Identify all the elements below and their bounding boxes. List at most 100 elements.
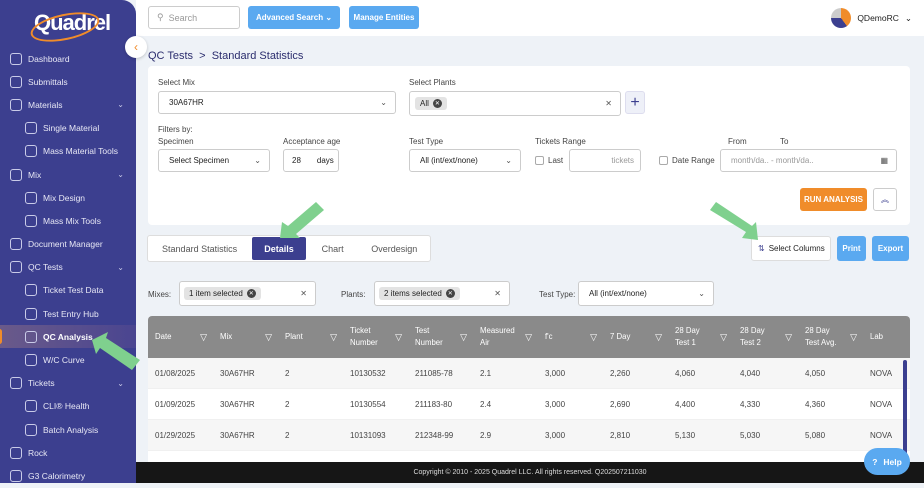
remove-chip-icon[interactable]: ✕ xyxy=(432,99,442,108)
filter-icon[interactable]: ▽ xyxy=(330,331,337,343)
date-range-input[interactable]: month/da.. - month/da.. ▦ xyxy=(720,149,897,172)
breadcrumb-qc-tests[interactable]: QC Tests xyxy=(148,50,193,62)
table-row[interactable]: 01/08/2025 30A67HR 2 10130532 211085-78 2.1 3,… xyxy=(148,358,910,389)
mixes-filter[interactable]: 1 item selected ✕ ✕ xyxy=(179,281,316,306)
chevron-down-icon[interactable]: ⌄ xyxy=(117,263,124,272)
tab-details[interactable]: Details xyxy=(252,237,306,260)
nav-icon xyxy=(25,145,37,158)
plants-filter[interactable]: 2 items selected ✕ ✕ xyxy=(374,281,510,306)
sidebar-item-mass-material-tools[interactable]: Mass Material Tools xyxy=(0,140,136,163)
sidebar-item-g3-calorimetry[interactable]: G3 Calorimetry xyxy=(0,464,136,487)
run-analysis-button[interactable]: RUN ANALYSIS xyxy=(800,188,867,211)
filter-icon[interactable]: ▽ xyxy=(395,331,402,343)
chevron-down-icon[interactable]: ⌄ xyxy=(117,170,124,179)
chevron-down-icon[interactable]: ⌄ xyxy=(117,379,124,388)
remove-chip-icon[interactable]: ✕ xyxy=(246,289,256,298)
tab-chart[interactable]: Chart xyxy=(307,236,359,261)
sidebar-item-single-material[interactable]: Single Material xyxy=(0,117,136,140)
date-range-checkbox-box[interactable] xyxy=(659,156,668,165)
sidebar-item-w-c-curve[interactable]: W/C Curve xyxy=(0,348,136,371)
column-header[interactable]: Lab xyxy=(863,316,900,358)
column-header[interactable]: Test Number ▽ xyxy=(408,316,473,358)
collapse-filters-button[interactable]: ︽ xyxy=(873,188,897,211)
collapse-sidebar-button[interactable]: ‹ xyxy=(125,36,147,58)
tab-overdesign[interactable]: Overdesign xyxy=(359,236,430,261)
clear-icon[interactable]: ✕ xyxy=(300,289,307,298)
filter-icon[interactable]: ▽ xyxy=(265,331,272,343)
column-header[interactable]: 28 Day Test Avg. ▽ xyxy=(798,316,863,358)
column-header[interactable]: Mix ▽ xyxy=(213,316,278,358)
filter-icon[interactable]: ▽ xyxy=(200,331,207,343)
filter-icon[interactable]: ▽ xyxy=(525,331,532,343)
help-button[interactable]: ? Help xyxy=(864,448,910,475)
select-plants-label: Select Plants xyxy=(409,78,456,87)
filter-icon[interactable]: ▽ xyxy=(720,331,727,343)
advanced-search-button[interactable]: Advanced Search ⌄ xyxy=(248,6,340,29)
specimen-dropdown[interactable]: Select Specimen ⌄ xyxy=(158,149,270,172)
remove-chip-icon[interactable]: ✕ xyxy=(445,289,455,298)
print-button[interactable]: Print xyxy=(837,236,866,261)
table-row[interactable]: 01/09/2025 30A67HR 2 10130554 211183-80 2.4 3,… xyxy=(148,389,910,420)
sidebar-item-dashboard[interactable]: Dashboard xyxy=(0,47,136,70)
select-columns-button[interactable]: ⇅ Select Columns xyxy=(751,236,831,261)
sidebar-item-qc-tests[interactable]: QC Tests ⌄ xyxy=(0,256,136,279)
quadrel-logo[interactable]: Quadrel xyxy=(28,7,111,47)
sidebar-item-document-manager[interactable]: Document Manager xyxy=(0,233,136,256)
select-plants-input[interactable]: All ✕ ✕ xyxy=(409,91,621,116)
table-row[interactable]: 01/29/2025 30A67HR 2 10131093 212348-99 2.9 3,… xyxy=(148,420,910,451)
mix-value: 30A67HR xyxy=(169,98,204,107)
chevron-down-icon: ⌄ xyxy=(698,289,705,298)
sidebar-item-rock[interactable]: Rock xyxy=(0,441,136,464)
from-placeholder[interactable]: month/da.. xyxy=(731,156,769,165)
manage-entities-button[interactable]: Manage Entities xyxy=(349,6,419,29)
nav-icon xyxy=(25,330,37,343)
column-header[interactable]: Plant ▽ xyxy=(278,316,343,358)
calendar-icon[interactable]: ▦ xyxy=(880,156,888,165)
column-header[interactable]: 28 Day Test 2 ▽ xyxy=(733,316,798,358)
sidebar-item-materials[interactable]: Materials ⌄ xyxy=(0,93,136,116)
test-type-value: All (int/ext/none) xyxy=(420,156,478,165)
clear-icon[interactable]: ✕ xyxy=(605,99,612,108)
filter-icon[interactable]: ▽ xyxy=(850,331,857,343)
tickets-input[interactable]: tickets xyxy=(569,149,641,172)
sidebar-item-tickets[interactable]: Tickets ⌄ xyxy=(0,372,136,395)
last-checkbox-box[interactable] xyxy=(535,156,544,165)
export-button[interactable]: Export xyxy=(872,236,909,261)
user-menu[interactable]: QDemoRC ⌄ xyxy=(831,8,912,28)
table-scrollbar[interactable] xyxy=(903,360,907,460)
date-range-checkbox[interactable]: Date Range xyxy=(659,156,715,165)
tickets-placeholder: tickets xyxy=(611,156,634,165)
sidebar-item-mix[interactable]: Mix ⌄ xyxy=(0,163,136,186)
sidebar-item-mix-design[interactable]: Mix Design xyxy=(0,186,136,209)
chevron-down-icon: ⌄ xyxy=(904,12,912,23)
filter-icon[interactable]: ▽ xyxy=(655,331,662,343)
last-checkbox[interactable]: Last xyxy=(535,156,563,165)
filter-icon[interactable]: ▽ xyxy=(460,331,467,343)
sidebar-item-cli-health[interactable]: CLI® Health xyxy=(0,395,136,418)
sidebar-item-mass-mix-tools[interactable]: Mass Mix Tools xyxy=(0,209,136,232)
test-type-dropdown[interactable]: All (int/ext/none) ⌄ xyxy=(409,149,521,172)
column-header[interactable]: Measured Air ▽ xyxy=(473,316,538,358)
select-mix-dropdown[interactable]: 30A67HR ⌄ xyxy=(158,91,396,114)
subfilter-test-type-dropdown[interactable]: All (int/ext/none) ⌄ xyxy=(578,281,714,306)
column-header[interactable]: f'c ▽ xyxy=(538,316,603,358)
filter-icon[interactable]: ▽ xyxy=(590,331,597,343)
filter-icon[interactable]: ▽ xyxy=(785,331,792,343)
to-placeholder[interactable]: month/da.. xyxy=(776,156,814,165)
clear-icon[interactable]: ✕ xyxy=(494,289,501,298)
column-header[interactable]: 28 Day Test 1 ▽ xyxy=(668,316,733,358)
sidebar-item-qc-analysis[interactable]: QC Analysis xyxy=(0,325,136,349)
column-header[interactable]: Ticket Number ▽ xyxy=(343,316,408,358)
column-header[interactable]: Date ▽ xyxy=(148,316,213,358)
acceptance-age-input[interactable]: 28 days xyxy=(283,149,339,172)
sidebar-item-ticket-test-data[interactable]: Ticket Test Data xyxy=(0,279,136,302)
sidebar-item-test-entry-hub[interactable]: Test Entry Hub xyxy=(0,302,136,325)
chevron-down-icon: ⌄ xyxy=(380,98,387,107)
add-plant-button[interactable]: + xyxy=(625,91,645,114)
tab-standard-statistics[interactable]: Standard Statistics xyxy=(148,236,251,261)
sidebar-item-submittals[interactable]: Submittals xyxy=(0,70,136,93)
search-input[interactable]: ⚲ Search xyxy=(148,6,240,29)
sidebar-item-batch-analysis[interactable]: Batch Analysis xyxy=(0,418,136,441)
chevron-down-icon[interactable]: ⌄ xyxy=(117,100,124,109)
column-header[interactable]: 7 Day ▽ xyxy=(603,316,668,358)
